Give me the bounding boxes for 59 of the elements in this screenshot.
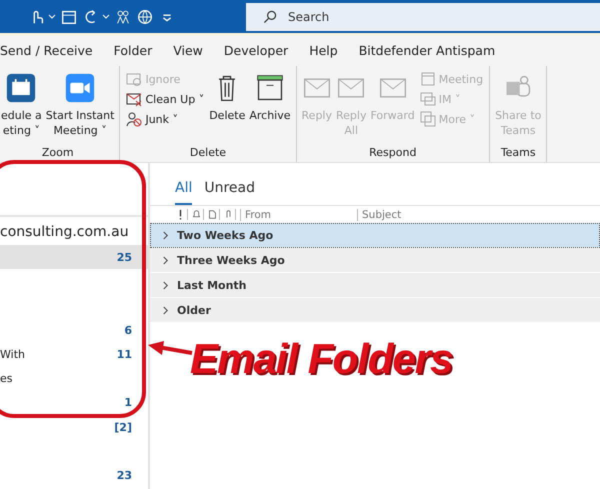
menu-tab[interactable]: View	[173, 43, 203, 58]
folder-item[interactable]: 25	[0, 245, 148, 270]
chevron-right-icon	[162, 280, 169, 290]
column-heading[interactable]: From	[240, 208, 353, 220]
folder-item[interactable]: 6	[0, 318, 148, 342]
dropdown-icon[interactable]	[48, 12, 56, 20]
ribbon-button[interactable]: Junk ˅	[124, 110, 206, 128]
unread-count: 23	[116, 469, 132, 482]
group-label: Respond	[369, 146, 416, 161]
menu-tab[interactable]: Bitdefender Antispam	[358, 43, 496, 58]
unread-count: 25	[116, 250, 132, 264]
group-header[interactable]: Older	[150, 298, 600, 323]
group-label: Teams	[500, 146, 536, 161]
document-icon[interactable]	[208, 209, 220, 220]
chevron-right-icon	[162, 306, 169, 314]
annotation-text: Email Folders	[190, 335, 452, 383]
calendar-icon	[420, 71, 436, 87]
ribbon-button[interactable]: Start Instant Meeting ˅	[44, 70, 116, 140]
column-heading[interactable]: Subject	[357, 208, 402, 220]
menu-tab[interactable]: Developer	[224, 43, 288, 58]
group-header[interactable]: Three Weeks Ago	[150, 248, 600, 273]
menu-tab[interactable]: Help	[309, 43, 338, 58]
group-header[interactable]: Last Month	[150, 273, 600, 298]
folder-item[interactable]: With 11	[0, 342, 148, 366]
group-header[interactable]: Two Weeks Ago	[150, 223, 600, 248]
chevron-right-icon	[162, 256, 169, 264]
chat-icon	[420, 91, 436, 107]
paperclip-icon[interactable]	[224, 209, 236, 220]
group-label: Delete	[190, 146, 226, 161]
globe-icon[interactable]	[136, 8, 154, 26]
search-icon	[262, 8, 278, 24]
search-field[interactable]: Search	[246, 2, 600, 30]
menu-tab[interactable]: Folder	[114, 43, 152, 58]
account-name[interactable]: consulting.com.au	[0, 219, 148, 245]
folder-item[interactable]: [2]	[0, 415, 148, 440]
group-label: Zoom	[42, 146, 74, 161]
ribbon-button[interactable]: Clean Up ˅	[124, 90, 206, 108]
filter-tab[interactable]: Unread	[204, 177, 256, 205]
unread-count: 1	[124, 396, 132, 410]
folder-item[interactable]: es	[0, 366, 148, 391]
ribbon-button[interactable]: Delete	[208, 70, 246, 125]
folder-item[interactable]: 1	[0, 390, 148, 416]
menu-tab[interactable]: Send / Receive	[0, 43, 93, 58]
unread-count: 6	[124, 324, 132, 337]
ribbon-button[interactable]: edule a eting ˅	[0, 70, 43, 140]
calendar-icon	[6, 72, 36, 104]
chevron-right-icon	[162, 230, 169, 240]
bell-icon[interactable]	[192, 209, 204, 220]
video-camera-icon	[65, 72, 96, 104]
folder-name: With	[0, 348, 25, 361]
person-blocked-icon	[126, 111, 142, 127]
filter-tab[interactable]: All	[175, 177, 192, 205]
ribbon-button[interactable]: Archive	[248, 70, 292, 125]
folder-item[interactable]: 23	[0, 464, 148, 488]
copy-icon	[420, 111, 436, 127]
folder-name: es	[0, 372, 12, 386]
unread-count: [2]	[114, 420, 132, 434]
unread-count: 11	[116, 348, 132, 361]
dropdown-icon[interactable]	[102, 12, 110, 20]
